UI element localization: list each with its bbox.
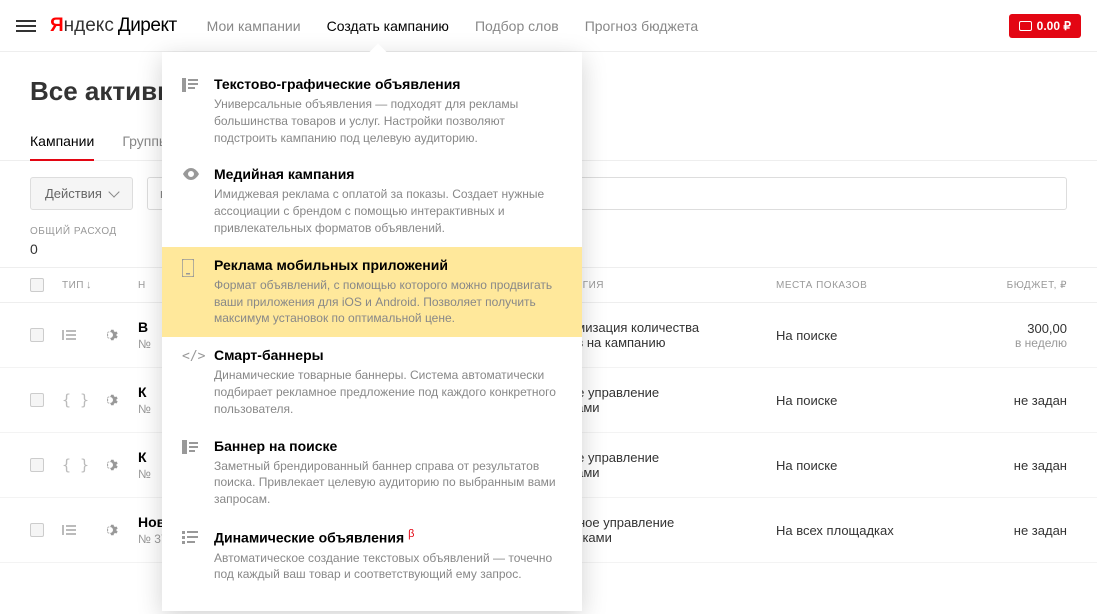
row-type-icon: { } <box>62 391 102 409</box>
row-place: На всех площадках <box>776 523 966 538</box>
row-budget: не задан <box>966 393 1067 408</box>
top-nav: Мои кампании Создать кампанию Подбор сло… <box>207 18 1009 34</box>
select-all-checkbox[interactable] <box>30 278 44 292</box>
row-strategy: чное управлениеавками <box>556 385 776 415</box>
dropdown-item-2[interactable]: Реклама мобильных приложений Формат объя… <box>162 247 582 337</box>
dropdown-item-title: Динамические объявленияβ <box>214 528 562 546</box>
dropdown-item-1[interactable]: Медийная кампания Имиджевая реклама с оп… <box>162 156 582 246</box>
col-type[interactable]: ТИП↓ <box>62 279 102 291</box>
dropdown-item-desc: Имиджевая реклама с оплатой за показы. С… <box>214 186 562 236</box>
row-type-icon <box>62 525 102 535</box>
wallet-icon <box>1019 21 1032 31</box>
nav-keywords[interactable]: Подбор слов <box>475 18 559 34</box>
logo-direct: Директ <box>118 15 177 37</box>
settings-gear-icon[interactable] <box>102 392 138 408</box>
dropdown-item-4[interactable]: Баннер на поиске Заметный брендированный… <box>162 428 582 518</box>
nav-create-campaign[interactable]: Создать кампанию <box>327 18 449 34</box>
row-budget: не задан <box>966 523 1067 538</box>
chevron-down-icon <box>108 186 119 197</box>
row-type-icon: { } <box>62 456 102 474</box>
nav-budget-forecast[interactable]: Прогноз бюджета <box>585 18 699 34</box>
row-strategy: чное управлениеавками <box>556 450 776 480</box>
dropdown-item-desc: Формат объявлений, с помощью которого мо… <box>214 277 562 327</box>
dropdown-item-desc: Динамические товарные баннеры. Система а… <box>214 367 562 417</box>
balance-value: 0.00 ₽ <box>1037 19 1071 33</box>
tab-campaigns[interactable]: Кампании <box>30 125 94 161</box>
settings-gear-icon[interactable] <box>102 327 138 343</box>
logo[interactable]: Яндекс Директ <box>50 15 177 37</box>
eye-icon <box>182 166 200 236</box>
nav-my-campaigns[interactable]: Мои кампании <box>207 18 301 34</box>
row-budget: 300,00в неделю <box>966 321 1067 350</box>
dropdown-item-title: Смарт-баннеры <box>214 347 562 363</box>
dropdown-item-title: Реклама мобильных приложений <box>214 257 562 273</box>
logo-ya: Я <box>50 15 64 37</box>
col-budget[interactable]: БЮДЖЕТ, ₽ <box>966 280 1067 291</box>
col-strategy[interactable]: РАТЕГИЯ <box>556 280 776 291</box>
dynamic-icon <box>182 528 200 583</box>
mobile-icon <box>182 257 200 327</box>
row-strategy: Ручное управлениеставками <box>556 515 776 545</box>
row-type-icon <box>62 330 102 340</box>
logo-rest: ндекс <box>64 15 114 37</box>
dropdown-item-title: Текстово-графические объявления <box>214 76 562 92</box>
balance-button[interactable]: 0.00 ₽ <box>1009 14 1081 38</box>
col-place[interactable]: МЕСТА ПОКАЗОВ <box>776 280 966 291</box>
dropdown-item-0[interactable]: Текстово-графические объявления Универса… <box>162 66 582 156</box>
settings-gear-icon[interactable] <box>102 457 138 473</box>
row-place: На поиске <box>776 393 966 408</box>
actions-button[interactable]: Действия <box>30 177 133 210</box>
create-campaign-dropdown: Текстово-графические объявления Универса… <box>162 52 582 611</box>
row-checkbox[interactable] <box>30 328 44 342</box>
dropdown-item-title: Медийная кампания <box>214 166 562 182</box>
settings-gear-icon[interactable] <box>102 522 138 538</box>
row-place: На поиске <box>776 458 966 473</box>
code-icon: </> <box>182 347 200 417</box>
dropdown-item-desc: Заметный брендированный баннер справа от… <box>214 458 562 508</box>
row-checkbox[interactable] <box>30 523 44 537</box>
menu-icon[interactable] <box>16 16 36 36</box>
row-place: На поиске <box>776 328 966 343</box>
dropdown-item-title: Баннер на поиске <box>214 438 562 454</box>
row-checkbox[interactable] <box>30 458 44 472</box>
row-budget: не задан <box>966 458 1067 473</box>
dropdown-item-5[interactable]: Динамические объявленияβ Автоматическое … <box>162 518 582 593</box>
dropdown-item-desc: Автоматическое создание текстовых объявл… <box>214 550 562 584</box>
text-icon <box>182 76 200 146</box>
row-strategy: птимизация количестваиков на кампанию <box>556 320 776 350</box>
actions-label: Действия <box>45 186 102 201</box>
row-checkbox[interactable] <box>30 393 44 407</box>
banner-icon <box>182 438 200 508</box>
dropdown-item-desc: Универсальные объявления — подходят для … <box>214 96 562 146</box>
dropdown-item-3[interactable]: </> Смарт-баннеры Динамические товарные … <box>162 337 582 427</box>
